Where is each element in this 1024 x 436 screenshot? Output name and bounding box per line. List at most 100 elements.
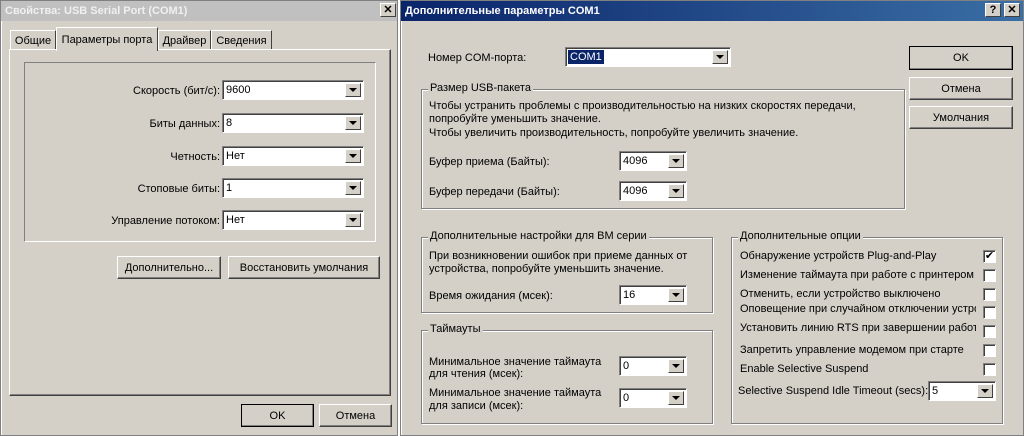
close-icon: ✕ [1007, 3, 1017, 16]
tab-driver[interactable]: Драйвер [158, 30, 211, 50]
chevron-down-icon[interactable] [977, 384, 993, 398]
stop-bits-value: 1 [226, 182, 233, 194]
write-timeout-label-line2: для записи (мсек): [429, 400, 524, 412]
close-icon: ✕ [383, 3, 393, 16]
flow-control-select[interactable]: Нет [222, 210, 364, 230]
tx-buffer-select[interactable]: 4096 [619, 181, 687, 201]
idle-timeout-label: Selective Suspend Idle Timeout (secs): [738, 385, 929, 397]
tab-details-label: Сведения [216, 34, 267, 47]
option-label: Оповещение при случайном отключении устр… [740, 304, 976, 315]
chevron-down-icon[interactable] [712, 50, 728, 64]
options-legend: Дополнительные опции [738, 230, 863, 242]
help-icon: ? [989, 3, 997, 16]
rx-buffer-value: 4096 [623, 155, 648, 167]
option-label: Установить линию RTS при завершении рабо… [740, 323, 976, 334]
tab-driver-label: Драйвер [162, 34, 207, 47]
advanced-window: Дополнительные параметры COM1 ? ✕ Номер … [400, 0, 1024, 436]
help-button[interactable]: ? [985, 3, 1001, 17]
com-port-select[interactable]: COM1 [565, 47, 731, 67]
chevron-down-icon[interactable] [345, 213, 361, 227]
parity-label: Четность: [170, 151, 220, 163]
usb-hint-line2: попробуйте уменьшить значение. [429, 113, 601, 125]
adv-ok-label: OK [953, 52, 969, 64]
stop-bits-select[interactable]: 1 [222, 178, 364, 198]
properties-window: Свойства: USB Serial Port (COM1) ✕ Общие… [0, 0, 398, 436]
adv-cancel-button[interactable]: Отмена [909, 77, 1013, 100]
read-timeout-value: 0 [623, 360, 630, 372]
tab-page: Скорость (бит/с): 9600 Биты данных: 8 Че… [9, 49, 391, 396]
option-checkbox[interactable] [983, 325, 996, 338]
properties-titlebar[interactable]: Свойства: USB Serial Port (COM1) [1, 1, 397, 21]
flow-control-value: Нет [226, 214, 245, 226]
chevron-down-icon[interactable] [345, 181, 361, 195]
read-timeout-label-line2: для чтения (мсек): [429, 368, 524, 380]
usb-hint-line3: Чтобы увеличить производительность, попр… [429, 127, 799, 139]
tab-port-settings[interactable]: Параметры порта [56, 27, 158, 51]
com-port-value: COM1 [567, 49, 605, 65]
adv-ok-button[interactable]: OK [909, 46, 1013, 70]
properties-title: Свойства: USB Serial Port (COM1) [5, 5, 188, 17]
tab-general[interactable]: Общие [10, 30, 56, 50]
chevron-down-icon[interactable] [668, 391, 684, 405]
idle-timeout-value: 5 [932, 385, 939, 397]
rx-buffer-select[interactable]: 4096 [619, 151, 687, 171]
idle-timeout-select[interactable]: 5 [928, 381, 996, 401]
baud-rate-label: Скорость (бит/с): [133, 85, 220, 97]
option-checkbox[interactable] [983, 288, 996, 301]
ok-label: OK [269, 409, 286, 422]
flow-control-label: Управление потоком: [111, 215, 220, 227]
write-timeout-select[interactable]: 0 [619, 388, 687, 408]
advanced-titlebar[interactable]: Дополнительные параметры COM1 [401, 1, 1023, 21]
baud-rate-value: 9600 [226, 84, 251, 96]
cancel-button[interactable]: Отмена [319, 404, 392, 427]
option-checkbox[interactable] [983, 363, 996, 376]
adv-cancel-label: Отмена [941, 82, 981, 95]
read-timeout-label-line1: Минимальное значение таймаута [429, 356, 602, 368]
latency-value: 16 [623, 289, 636, 301]
bm-hint-line1: При возникновении ошибок при приеме данн… [429, 250, 688, 262]
chevron-down-icon[interactable] [668, 184, 684, 198]
timeouts-legend: Таймауты [428, 323, 483, 335]
option-checkbox[interactable] [983, 269, 996, 282]
option-label: Отменить, если устройство выключено [740, 288, 941, 300]
tx-buffer-value: 4096 [623, 185, 648, 197]
cancel-label: Отмена [335, 409, 376, 422]
write-timeout-value: 0 [623, 392, 630, 404]
advanced-close-button[interactable]: ✕ [1004, 3, 1020, 17]
usb-packet-legend: Размер USB-пакета [428, 82, 533, 94]
advanced-button-label: Дополнительно... [124, 261, 214, 274]
tab-port-settings-label: Параметры порта [61, 33, 153, 46]
baud-rate-select[interactable]: 9600 [222, 80, 364, 100]
option-checkbox[interactable] [983, 306, 996, 319]
latency-select[interactable]: 16 [619, 285, 687, 305]
chevron-down-icon[interactable] [345, 83, 361, 97]
advanced-title: Дополнительные параметры COM1 [405, 5, 600, 17]
data-bits-value: 8 [226, 117, 233, 129]
read-timeout-select[interactable]: 0 [619, 356, 687, 376]
stop-bits-label: Стоповые биты: [137, 183, 220, 195]
chevron-down-icon[interactable] [668, 288, 684, 302]
parity-value: Нет [226, 150, 245, 162]
write-timeout-label-line1: Минимальное значение таймаута [429, 387, 602, 399]
latency-label: Время ожидания (мсек): [429, 290, 553, 302]
chevron-down-icon[interactable] [668, 359, 684, 373]
parity-select[interactable]: Нет [222, 146, 364, 166]
tab-general-label: Общие [14, 34, 52, 47]
chevron-down-icon[interactable] [345, 149, 361, 163]
data-bits-label: Биты данных: [149, 118, 220, 130]
tx-buffer-label: Буфер передачи (Байты): [429, 186, 560, 198]
usb-hint-line1: Чтобы устранить проблемы с производитель… [429, 100, 856, 112]
chevron-down-icon[interactable] [668, 154, 684, 168]
defaults-button[interactable]: Умолчания [909, 106, 1013, 129]
properties-close-button[interactable]: ✕ [380, 3, 396, 17]
option-checkbox[interactable]: ✔ [983, 250, 996, 263]
ok-button[interactable]: OK [241, 404, 314, 427]
restore-defaults-button[interactable]: Восстановить умолчания [228, 256, 380, 279]
tab-details[interactable]: Сведения [211, 30, 272, 50]
chevron-down-icon[interactable] [345, 116, 361, 130]
advanced-button[interactable]: Дополнительно... [117, 256, 221, 279]
com-port-label: Номер COM-порта: [428, 52, 527, 64]
data-bits-select[interactable]: 8 [222, 113, 364, 133]
option-checkbox[interactable] [983, 344, 996, 357]
bm-hint-line2: устройства, попробуйте уменьшить значени… [429, 263, 664, 275]
